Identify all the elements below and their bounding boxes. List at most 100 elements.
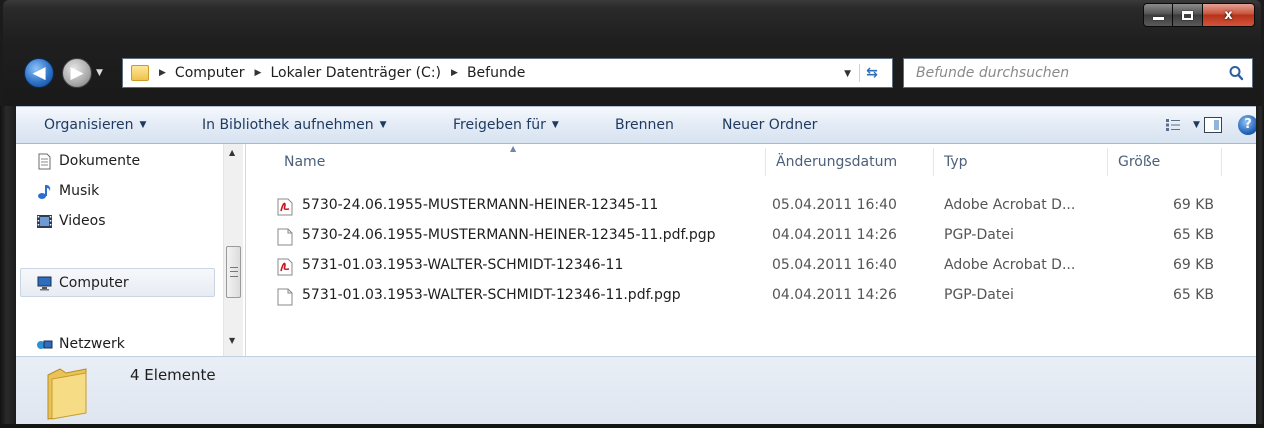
scrollbar-thumb[interactable] (226, 246, 241, 298)
pdf-icon (277, 198, 293, 216)
music-icon (38, 184, 51, 199)
scroll-up-icon[interactable]: ▲ (229, 148, 235, 157)
nav-item-label: Computer (59, 275, 129, 291)
refresh-icon: ⇆ (866, 65, 878, 81)
search-icon[interactable] (1228, 65, 1244, 81)
maximize-button[interactable] (1173, 3, 1203, 27)
file-date: 04.04.2011 14:26 (772, 287, 897, 303)
window-frame-bottom (0, 424, 1264, 428)
file-icon (277, 228, 293, 246)
file-icon (277, 288, 293, 306)
share-label: Freigeben für (453, 117, 546, 133)
file-row[interactable]: 5731-01.03.1953-WALTER-SCHMIDT-12346-11.… (272, 282, 1222, 311)
column-header-type[interactable]: Typ (933, 144, 1107, 180)
nav-item-documents[interactable]: Dokumente (36, 150, 140, 172)
file-type: Adobe Acrobat D... (944, 257, 1076, 273)
include-library-label: In Bibliothek aufnehmen (202, 117, 374, 133)
grip-icon (230, 267, 238, 277)
caption-buttons: x (1143, 3, 1255, 27)
file-row[interactable]: 5730-24.06.1955-MUSTERMANN-HEINER-12345-… (272, 192, 1222, 221)
column-header-name[interactable]: Name (273, 144, 765, 180)
organize-label: Organisieren (44, 117, 134, 133)
views-icon[interactable] (1166, 119, 1180, 131)
nav-item-label: Netzwerk (59, 336, 125, 352)
file-type: PGP-Datei (944, 287, 1014, 303)
navigation-pane: Dokumente Musik Videos Computer Netzwerk… (16, 144, 246, 356)
caret-down-icon: ▼ (139, 120, 147, 130)
views-dropdown-icon[interactable]: ▼ (1193, 120, 1200, 130)
close-icon: x (1224, 7, 1233, 23)
file-type: Adobe Acrobat D... (944, 197, 1076, 213)
search-box[interactable] (903, 58, 1253, 88)
explorer-window: x ◀ ▶ ▼ ▶ Computer ▶ Lokaler Datenträger… (0, 0, 1264, 428)
help-icon[interactable]: ? (1238, 115, 1258, 135)
column-divider[interactable] (1221, 148, 1222, 176)
refresh-button[interactable]: ⇆ (859, 64, 884, 82)
file-name: 5730-24.06.1955-MUSTERMANN-HEINER-12345-… (302, 227, 716, 243)
nav-scrollbar[interactable]: ▲ ▼ (223, 144, 243, 356)
file-list: ▲ Name Änderungsdatum Typ Größe 5730-24.… (246, 144, 1256, 356)
film-icon (37, 214, 52, 228)
documents-icon (38, 153, 51, 169)
computer-icon (37, 276, 52, 290)
forward-button[interactable]: ▶ (62, 58, 92, 88)
nav-item-music[interactable]: Musik (36, 180, 99, 202)
title-bar[interactable] (3, 0, 1261, 106)
caret-down-icon: ▼ (379, 120, 387, 130)
file-name: 5730-24.06.1955-MUSTERMANN-HEINER-12345-… (302, 197, 659, 213)
file-row[interactable]: 5731-01.03.1953-WALTER-SCHMIDT-12346-11 … (272, 252, 1222, 281)
maximize-icon (1182, 10, 1193, 20)
share-menu[interactable]: Freigeben für ▼ (453, 117, 559, 133)
new-folder-button[interactable]: Neuer Ordner (722, 117, 817, 133)
file-size: 69 KB (1172, 257, 1214, 273)
burn-button[interactable]: Brennen (615, 117, 674, 133)
recent-pages-dropdown[interactable]: ▼ (96, 68, 103, 78)
minimize-button[interactable] (1143, 3, 1173, 27)
breadcrumb-computer[interactable]: Computer (175, 65, 245, 81)
file-type: PGP-Datei (944, 227, 1014, 243)
folder-icon (47, 368, 87, 420)
file-size: 69 KB (1172, 197, 1214, 213)
nav-item-videos[interactable]: Videos (36, 210, 106, 232)
preview-pane-icon[interactable] (1204, 117, 1222, 133)
search-input[interactable] (916, 65, 1216, 81)
nav-item-label: Dokumente (59, 153, 141, 169)
chevron-right-icon[interactable]: ▶ (451, 68, 458, 78)
file-row[interactable]: 5730-24.06.1955-MUSTERMANN-HEINER-12345-… (272, 222, 1222, 251)
file-date: 04.04.2011 14:26 (772, 227, 897, 243)
pdf-icon (277, 258, 293, 276)
nav-item-computer[interactable]: Computer (36, 272, 129, 294)
window-frame-right (1256, 106, 1264, 428)
file-size: 65 KB (1172, 227, 1214, 243)
breadcrumb-befunde[interactable]: Befunde (467, 65, 525, 81)
column-header-date[interactable]: Änderungsdatum (765, 144, 933, 180)
caret-down-icon: ▼ (551, 120, 559, 130)
arrow-right-icon: ▶ (70, 62, 84, 83)
content-area: Dokumente Musik Videos Computer Netzwerk… (16, 144, 1256, 356)
minimize-icon (1152, 17, 1164, 20)
nav-item-network[interactable]: Netzwerk (36, 333, 125, 355)
file-size: 65 KB (1172, 287, 1214, 303)
address-bar[interactable]: ▶ Computer ▶ Lokaler Datenträger (C:) ▶ … (122, 58, 893, 88)
window-frame-left (0, 106, 16, 428)
command-bar: Organisieren ▼ In Bibliothek aufnehmen ▼ F… (16, 106, 1258, 144)
back-button[interactable]: ◀ (24, 58, 54, 88)
breadcrumb-drive[interactable]: Lokaler Datenträger (C:) (270, 65, 441, 81)
nav-item-label: Videos (59, 213, 106, 229)
organize-menu[interactable]: Organisieren ▼ (44, 117, 146, 133)
file-name: 5731-01.03.1953-WALTER-SCHMIDT-12346-11.… (302, 287, 681, 303)
details-pane: 4 Elemente (16, 356, 1256, 424)
arrow-left-icon: ◀ (32, 62, 46, 83)
network-icon (37, 340, 53, 349)
scroll-down-icon[interactable]: ▼ (229, 336, 235, 345)
file-name: 5731-01.03.1953-WALTER-SCHMIDT-12346-11 (302, 257, 624, 273)
nav-item-label: Musik (59, 183, 100, 199)
column-header-size[interactable]: Größe (1107, 144, 1221, 180)
folder-icon (131, 65, 149, 81)
chevron-right-icon[interactable]: ▶ (159, 68, 166, 78)
chevron-right-icon[interactable]: ▶ (255, 68, 262, 78)
include-library-menu[interactable]: In Bibliothek aufnehmen ▼ (202, 117, 387, 133)
file-date: 05.04.2011 16:40 (772, 257, 897, 273)
address-dropdown-button[interactable]: ▼ (844, 69, 851, 79)
close-button[interactable]: x (1203, 3, 1255, 27)
